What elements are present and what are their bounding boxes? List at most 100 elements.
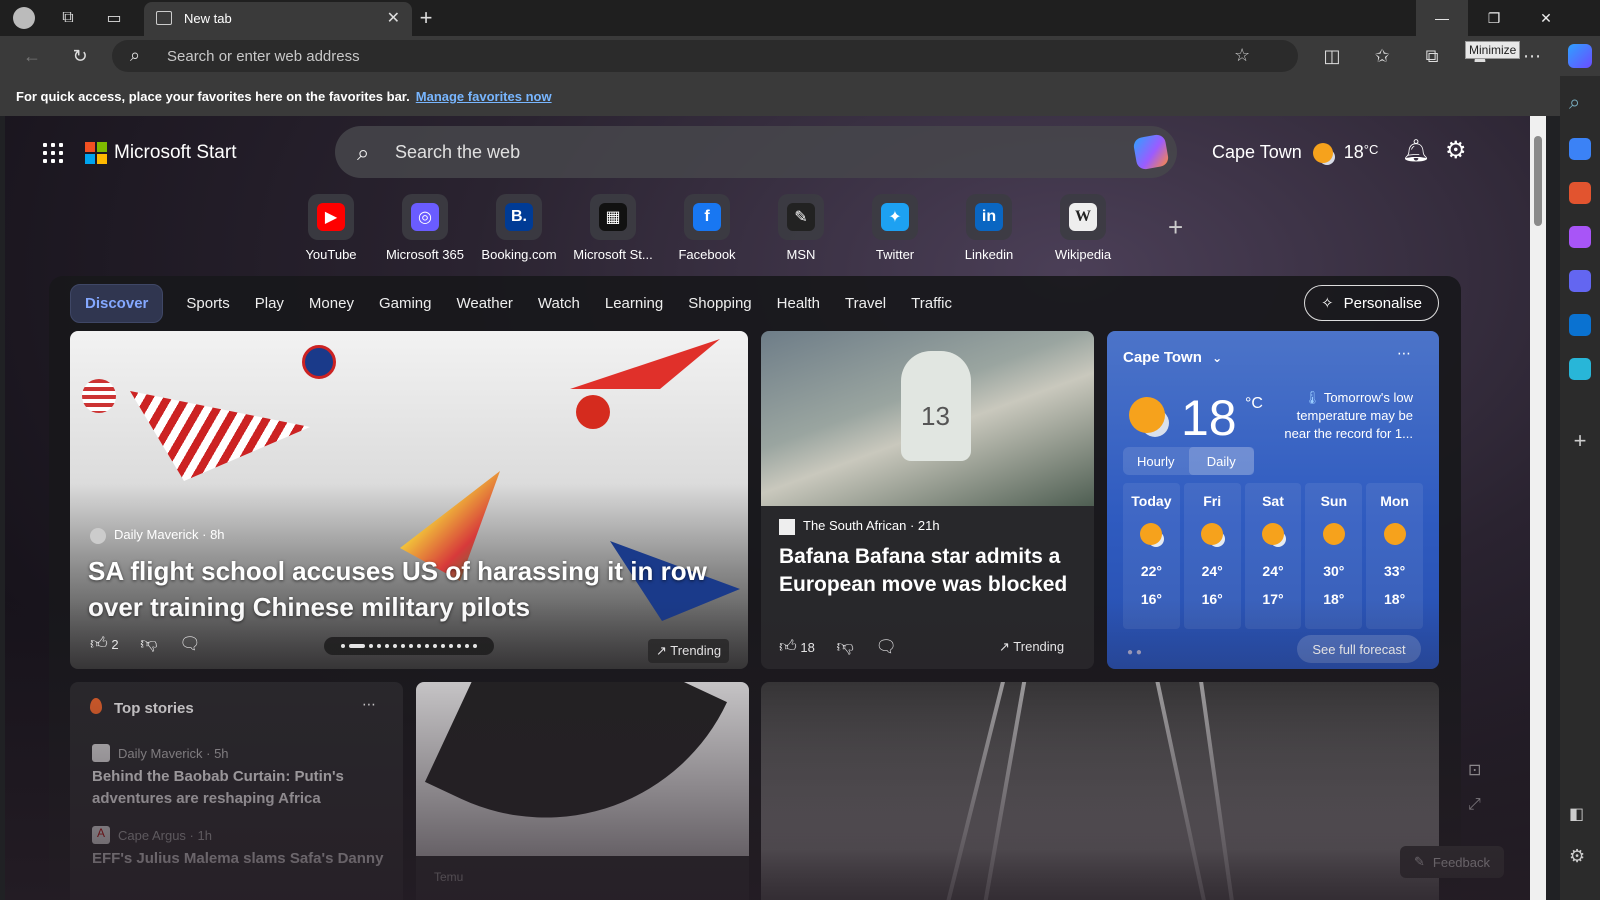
paper-plane-red (570, 339, 720, 389)
dislike-icon[interactable]: 👎︎ (140, 634, 157, 653)
split-screen-icon[interactable]: ◫ (1320, 44, 1344, 68)
tab-gaming[interactable]: Gaming (379, 295, 432, 312)
sidebar-settings-icon[interactable]: ⚙ (1569, 846, 1591, 868)
quick-link-1[interactable]: ◎ Microsoft 365 (380, 194, 470, 262)
story-title[interactable]: EFF's Julius Malema slams Safa's Danny (92, 848, 392, 870)
personalise-button[interactable]: ✧ Personalise (1304, 285, 1439, 321)
tab-new-tab[interactable]: New tab ✕ (144, 2, 412, 36)
forecast-day[interactable]: Sat 24° 17° (1244, 483, 1302, 629)
quick-link-2[interactable]: B. Booking.com (474, 194, 564, 262)
tab-discover[interactable]: Discover (70, 283, 164, 323)
expand-icon[interactable]: ⤢ (1468, 796, 1481, 814)
sidebar-add-icon[interactable]: + (1569, 428, 1591, 453)
paper-plane-us (130, 391, 310, 481)
see-full-forecast-button[interactable]: See full forecast (1297, 635, 1421, 663)
hero-news-card[interactable]: Daily Maverick · 8h SA flight school acc… (70, 331, 748, 669)
manage-favorites-link[interactable]: Manage favorites now (416, 89, 552, 104)
sport-news-card[interactable]: 13 The South African · 21h Bafana Bafana… (761, 331, 1094, 669)
weather-page-dots[interactable]: ● ● (1127, 647, 1142, 658)
like-icon[interactable]: 👍︎ (779, 637, 797, 656)
forecast-day[interactable]: Fri 24° 16° (1183, 483, 1241, 629)
hero-headline[interactable]: SA flight school accuses US of harassing… (88, 553, 728, 625)
app-launcher-icon[interactable] (43, 143, 63, 163)
copilot-icon[interactable] (1132, 133, 1170, 171)
notifications-bell-icon[interactable]: 🔔︎ (1402, 138, 1430, 164)
forecast-day[interactable]: Sun 30° 18° (1305, 483, 1363, 629)
quick-link-3[interactable]: ▦ Microsoft St... (568, 194, 658, 262)
workspaces-icon[interactable]: ⧉ (56, 6, 80, 30)
favorite-star-icon[interactable]: ☆ (1234, 45, 1250, 66)
tab-watch[interactable]: Watch (538, 295, 580, 312)
quick-link-6[interactable]: ✦ Twitter (850, 194, 940, 262)
sport-headline[interactable]: Bafana Bafana star admits a European mov… (779, 543, 1079, 599)
story-title[interactable]: Behind the Baobab Curtain: Putin's adven… (92, 766, 392, 810)
scroll-thumb[interactable] (1534, 136, 1542, 226)
tab-travel[interactable]: Travel (845, 295, 886, 312)
restore-button[interactable]: ❐ (1468, 0, 1520, 36)
quick-link-7[interactable]: in Linkedin (944, 194, 1034, 262)
like-icon[interactable]: 👍︎ (90, 634, 108, 653)
background-image-icon[interactable]: ⊡ (1468, 760, 1481, 780)
address-bar[interactable]: ⌕ Search or enter web address ☆ (112, 40, 1298, 72)
weather-card[interactable]: Cape Town ⌄ ⋯ 18 °C 🌡︎ Tomorrow's low te… (1107, 331, 1439, 669)
sidebar-outlook-icon[interactable] (1569, 314, 1591, 336)
sidebar-games-icon[interactable] (1569, 226, 1591, 248)
daily-tab[interactable]: Daily (1188, 447, 1254, 475)
back-icon[interactable]: ← (20, 44, 44, 68)
more-options-icon[interactable]: ⋯ (362, 696, 376, 713)
quick-link-8[interactable]: W Wikipedia (1038, 194, 1128, 262)
page-scrollbar[interactable] (1530, 116, 1546, 900)
tab-health[interactable]: Health (777, 295, 820, 312)
comment-icon[interactable]: 🗨︎ (179, 634, 201, 653)
more-options-icon[interactable]: ⋯ (1397, 345, 1411, 362)
tab-traffic[interactable]: Traffic (911, 295, 952, 312)
web-search-box[interactable]: ⌕ Search the web (335, 126, 1177, 178)
quick-link-4[interactable]: f Facebook (662, 194, 752, 262)
add-shortcut-icon[interactable]: + (1168, 212, 1183, 243)
forecast-day[interactable]: Mon 33° 18° (1366, 483, 1423, 629)
south-african-logo-icon (779, 518, 795, 535)
close-window-button[interactable]: ✕ (1520, 0, 1572, 36)
minimize-button[interactable]: — (1416, 0, 1468, 36)
ski-track (939, 682, 1007, 900)
tab-learning[interactable]: Learning (605, 295, 663, 312)
news-feed: Discover Sports Play Money Gaming Weather Watc… (49, 276, 1461, 900)
sidebar-search-icon[interactable]: ⌕ (1569, 92, 1591, 114)
copilot-icon[interactable] (1568, 44, 1592, 68)
quick-link-label: Facebook (678, 247, 736, 262)
tab-shopping[interactable]: Shopping (688, 295, 751, 312)
comment-icon[interactable]: 🗨︎ (875, 637, 897, 656)
tab-actions-icon[interactable]: ▭ (102, 6, 126, 30)
source-logo-icon (90, 527, 106, 544)
weather-city[interactable]: Cape Town ⌄ (1123, 349, 1222, 366)
sidebar-send-icon[interactable] (1569, 358, 1591, 380)
page-settings-gear-icon[interactable]: ⚙ (1445, 136, 1467, 165)
carousel-dots[interactable] (324, 637, 494, 655)
close-tab-icon[interactable]: ✕ (387, 8, 400, 28)
hourly-tab[interactable]: Hourly (1123, 447, 1189, 475)
weather-alert[interactable]: 🌡︎ Tomorrow's low temperature may be nea… (1273, 389, 1413, 443)
new-tab-plus-icon[interactable]: + (414, 5, 438, 30)
tab-money[interactable]: Money (309, 295, 354, 312)
header-city: Cape Town (1212, 142, 1302, 162)
snow-image-card[interactable] (761, 682, 1439, 900)
feedback-button[interactable]: ✎ Feedback (1400, 846, 1504, 878)
header-weather[interactable]: Cape Town 18°C (1212, 142, 1378, 164)
sidebar-m365-icon[interactable] (1569, 270, 1591, 292)
dislike-icon[interactable]: 👎︎ (836, 637, 853, 656)
sidebar-shopping-icon[interactable] (1569, 138, 1591, 160)
refresh-icon[interactable]: ↻ (68, 44, 92, 68)
more-menu-icon[interactable]: ⋯ (1520, 44, 1544, 68)
sidebar-tools-icon[interactable] (1569, 182, 1591, 204)
tab-play[interactable]: Play (255, 295, 284, 312)
sidebar-panel-icon[interactable]: ◧ (1569, 804, 1591, 826)
collections-icon[interactable]: ⧉ (1420, 44, 1444, 68)
quick-link-5[interactable]: ✎ MSN (756, 194, 846, 262)
forecast-day[interactable]: Today 22° 16° (1123, 483, 1180, 629)
profile-icon[interactable] (12, 6, 36, 30)
quick-link-0[interactable]: ▶ YouTube (286, 194, 376, 262)
tab-sports[interactable]: Sports (186, 295, 229, 312)
favorites-icon[interactable]: ✩ (1370, 44, 1394, 68)
tab-weather[interactable]: Weather (456, 295, 512, 312)
ad-card[interactable]: Temu (416, 682, 749, 900)
